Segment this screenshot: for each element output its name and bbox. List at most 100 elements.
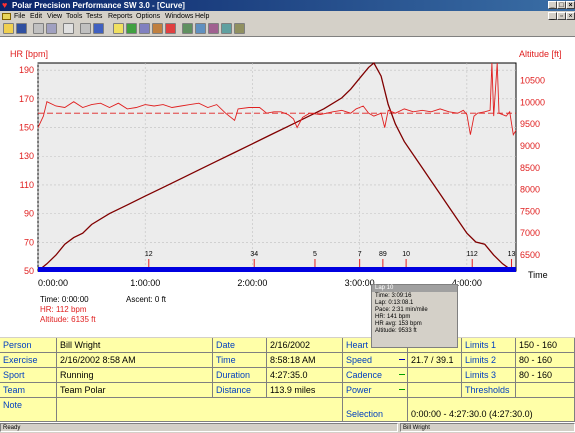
cursor-ascent: Ascent: 0 ft bbox=[126, 295, 167, 304]
maximize-button[interactable]: □ bbox=[557, 1, 566, 9]
speed-legend-line bbox=[399, 359, 405, 360]
curve-chart-area: HR [bpm] Altitude [ft] Time 50 70 90 110 130… bbox=[0, 37, 575, 337]
person-label: Person bbox=[0, 338, 57, 353]
bar-chart-icon[interactable] bbox=[139, 23, 150, 34]
date-label: Date bbox=[213, 338, 267, 353]
child-close-button[interactable]: × bbox=[566, 12, 575, 20]
lap-tooltip-time: Time: 3:09:16 bbox=[375, 293, 412, 299]
limits2-value: 80 - 160 bbox=[516, 353, 575, 368]
child-minimize-button[interactable]: _ bbox=[548, 12, 557, 20]
plot-background bbox=[37, 62, 517, 272]
duration-value[interactable]: 4:27:35.0 bbox=[267, 368, 343, 383]
summary-icon[interactable] bbox=[182, 23, 193, 34]
lap-tooltip-hr-avg: HR avg: 153 bpm bbox=[375, 321, 422, 327]
status-text: Ready bbox=[0, 423, 398, 432]
status-bar: Ready Bill Wright bbox=[0, 422, 575, 433]
save-icon[interactable] bbox=[16, 23, 27, 34]
connect-icon[interactable] bbox=[46, 23, 57, 34]
report-icon[interactable] bbox=[221, 23, 232, 34]
window-title: Polar Precision Performance SW 3.0 - [Cu… bbox=[12, 1, 185, 10]
distance-value[interactable]: 113.9 miles bbox=[267, 383, 343, 398]
notes-icon[interactable] bbox=[93, 23, 104, 34]
altitude-tick-label: 7000 bbox=[520, 228, 540, 238]
time-value[interactable]: 8:58:18 AM bbox=[267, 353, 343, 368]
altitude-tick-label: 10000 bbox=[520, 97, 545, 107]
menu-view[interactable]: View bbox=[47, 11, 62, 22]
menu-tools[interactable]: Tools bbox=[66, 11, 82, 22]
hr-tick-label: 130 bbox=[19, 151, 34, 161]
time-tick-label: 1:00:00 bbox=[130, 278, 160, 288]
minimize-button[interactable]: _ bbox=[548, 1, 557, 9]
exercise-summary-table: Person Exercise Sport Team Note Bill Wri… bbox=[0, 338, 575, 422]
close-button[interactable]: × bbox=[566, 1, 575, 9]
tools-icon[interactable] bbox=[33, 23, 44, 34]
lap-marker-label: 5 bbox=[313, 251, 317, 258]
note-label: Note bbox=[0, 398, 57, 422]
altitude-tick-label: 6500 bbox=[520, 250, 540, 260]
compare-icon[interactable] bbox=[208, 23, 219, 34]
limits2-label[interactable]: Limits 2 bbox=[462, 353, 516, 368]
cursor-hr: HR: 112 bpm bbox=[40, 305, 87, 314]
menu-bar: File Edit View Tools Tests Reports Optio… bbox=[0, 11, 575, 22]
hr-tick-label: 150 bbox=[19, 123, 34, 133]
menu-edit[interactable]: Edit bbox=[30, 11, 42, 22]
lap-marker-label: 34 bbox=[250, 251, 258, 258]
speed-label[interactable]: Speed bbox=[343, 353, 408, 368]
limits1-label[interactable]: Limits 1 bbox=[462, 338, 516, 353]
cadence-value bbox=[408, 368, 462, 383]
distance-label: Distance bbox=[213, 383, 267, 398]
lap-marker-label: 10 bbox=[402, 251, 410, 258]
exercise-value[interactable]: 2/16/2002 8:58 AM bbox=[57, 353, 213, 368]
limits3-label[interactable]: Limits 3 bbox=[462, 368, 516, 383]
hr-tick-label: 110 bbox=[20, 180, 34, 190]
power-label[interactable]: Power bbox=[343, 383, 408, 398]
power-value bbox=[408, 383, 462, 398]
menu-file[interactable]: File bbox=[14, 11, 25, 22]
cadence-legend-line bbox=[399, 374, 405, 375]
lap-marker-label: 13 bbox=[508, 251, 516, 258]
monitor-icon[interactable] bbox=[80, 23, 91, 34]
analysis-icon[interactable] bbox=[195, 23, 206, 34]
column-chart-icon[interactable] bbox=[152, 23, 163, 34]
lap-marker-label: 89 bbox=[379, 251, 387, 258]
calendar-icon[interactable] bbox=[63, 23, 74, 34]
lap-marker-label: 12 bbox=[145, 251, 153, 258]
title-bar: ♥ Polar Precision Performance SW 3.0 - [… bbox=[0, 0, 575, 11]
lap-tooltip-title: Lap 10 bbox=[372, 285, 457, 292]
limits3-value: 80 - 160 bbox=[516, 368, 575, 383]
menu-help[interactable]: Help bbox=[195, 11, 209, 22]
lap-tooltip: Lap 10 Time: 3:09:16 Lap: 0:13:08.1 Pace… bbox=[371, 284, 458, 348]
altitude-tick-label: 9500 bbox=[520, 119, 540, 129]
hr-altitude-chart[interactable]: 50 70 90 110 130 150 170 190 6500 7000 7500 8000 850… bbox=[0, 37, 575, 337]
thresholds-value bbox=[516, 383, 575, 398]
folder-icon[interactable] bbox=[113, 23, 124, 34]
menu-tests[interactable]: Tests bbox=[86, 11, 102, 22]
menu-reports[interactable]: Reports bbox=[108, 11, 133, 22]
sport-value[interactable]: Running bbox=[57, 368, 213, 383]
toolbar bbox=[0, 22, 575, 37]
lap-marker-label: 7 bbox=[358, 251, 362, 258]
heart-chart-icon[interactable] bbox=[165, 23, 176, 34]
date-value[interactable]: 2/16/2002 bbox=[267, 338, 343, 353]
thresholds-label[interactable]: Thresholds bbox=[462, 383, 516, 398]
child-restore-button[interactable]: ▫ bbox=[557, 12, 566, 20]
curve-icon[interactable] bbox=[126, 23, 137, 34]
menu-options[interactable]: Options bbox=[136, 11, 160, 22]
time-tick-label: 0:00:00 bbox=[38, 278, 68, 288]
time-tick-label: 2:00:00 bbox=[237, 278, 267, 288]
hr-tick-label: 90 bbox=[24, 209, 34, 219]
altitude-tick-label: 8500 bbox=[520, 163, 540, 173]
lap-tooltip-hr: HR: 141 bpm bbox=[375, 314, 411, 320]
note-value[interactable] bbox=[57, 398, 343, 422]
menu-windows[interactable]: Windows bbox=[165, 11, 193, 22]
team-label: Team bbox=[0, 383, 57, 398]
cadence-label[interactable]: Cadence bbox=[343, 368, 408, 383]
selection-label: Selection bbox=[343, 407, 408, 422]
limits1-value: 150 - 160 bbox=[516, 338, 575, 353]
team-value[interactable]: Team Polar bbox=[57, 383, 213, 398]
totals-icon[interactable] bbox=[234, 23, 245, 34]
open-icon[interactable] bbox=[3, 23, 14, 34]
hr-tick-label: 70 bbox=[24, 237, 34, 247]
document-icon bbox=[2, 13, 11, 20]
person-value[interactable]: Bill Wright bbox=[57, 338, 213, 353]
